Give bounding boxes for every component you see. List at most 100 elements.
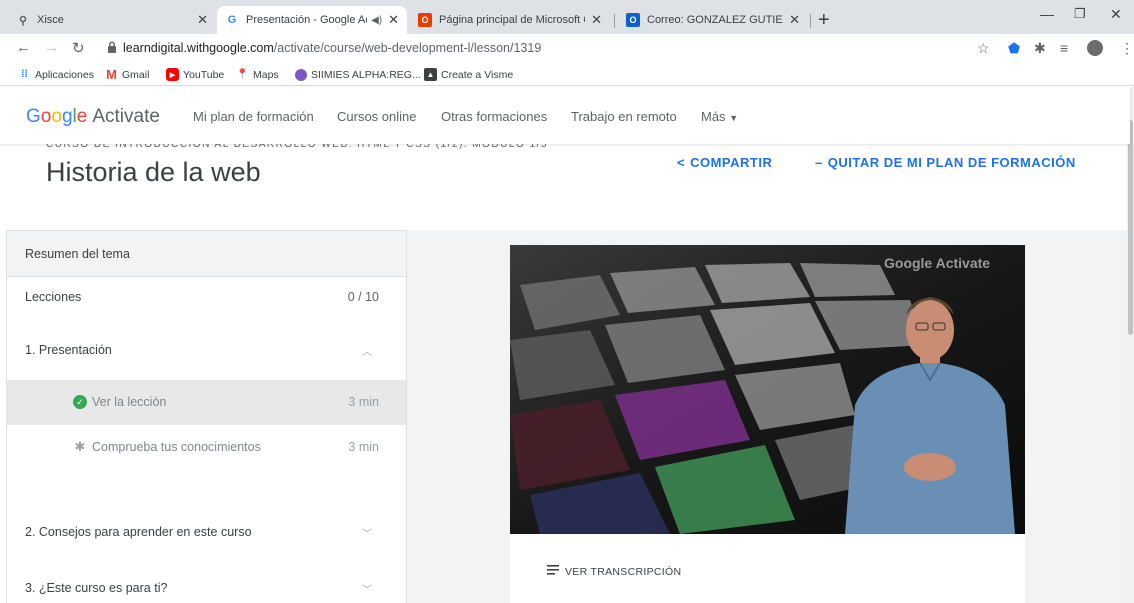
bookmark-maps[interactable]: 📍 Maps xyxy=(236,68,279,81)
lessons-label: Lecciones xyxy=(25,290,82,304)
lesson-label: Ver la lección xyxy=(92,395,167,409)
lesson-duration: 3 min xyxy=(348,440,379,454)
tab-divider xyxy=(614,14,615,28)
bookmark-label: Create a Visme xyxy=(441,68,514,81)
transcript-label: VER TRANSCRIPCIÓN xyxy=(565,565,682,578)
close-icon[interactable]: ✕ xyxy=(789,12,800,28)
remove-from-plan-button[interactable]: – QUITAR DE MI PLAN DE FORMACIÓN xyxy=(815,155,1076,170)
check-circle-icon: ✓ xyxy=(73,395,87,409)
bookmark-label: Gmail xyxy=(122,68,150,81)
star-icon[interactable]: ☆ xyxy=(977,40,990,57)
lesson-label: Comprueba tus conocimientos xyxy=(92,440,261,454)
share-button[interactable]: < COMPARTIR xyxy=(677,155,772,170)
tab-title: Presentación - Google Activ xyxy=(246,14,367,26)
lock-icon[interactable] xyxy=(107,41,117,53)
media-queue-icon[interactable]: ≡ xyxy=(1060,40,1068,56)
nav-trabajo-remoto[interactable]: Trabajo en remoto xyxy=(571,109,677,124)
tab-title: Correo: GONZALEZ GUTIERREZ A xyxy=(647,14,783,26)
close-window-icon[interactable]: ✕ xyxy=(1110,6,1122,23)
close-icon[interactable]: ✕ xyxy=(388,12,399,28)
tab-xisce[interactable]: ⚲ Xisce ✕ xyxy=(8,6,216,34)
nav-otras-formaciones[interactable]: Otras formaciones xyxy=(441,109,547,124)
tab-title: Página principal de Microsoft Off xyxy=(439,14,586,26)
menu-kebab-icon[interactable]: ⋮ xyxy=(1120,40,1134,57)
tab-title: Xisce xyxy=(37,14,64,26)
bookmark-siimies[interactable]: SIIMIES ALPHA:REG... xyxy=(294,68,421,81)
tab-outlook[interactable]: O Correo: GONZALEZ GUTIERREZ A ✕ xyxy=(618,6,808,34)
youtube-icon: ▶ xyxy=(166,68,179,81)
section-label: 2. Consejos para aprender en este curso xyxy=(25,525,252,539)
visme-icon: ▲ xyxy=(424,68,437,81)
close-icon[interactable]: ✕ xyxy=(591,12,602,28)
extension-shield-icon[interactable]: ⬟ xyxy=(1008,40,1020,57)
url-path: /activate/course/web-development-l/lesso… xyxy=(273,41,542,55)
globe-icon: ⚲ xyxy=(18,14,28,27)
bookmark-label: SIIMIES ALPHA:REG... xyxy=(311,68,421,81)
restore-icon[interactable]: ❐ xyxy=(1074,6,1086,22)
remove-label: QUITAR DE MI PLAN DE FORMACIÓN xyxy=(827,155,1076,170)
brand-product: Activate xyxy=(92,106,160,127)
google-g-icon: G xyxy=(227,14,237,26)
bookmark-apps[interactable]: ⁞⁞ Aplicaciones xyxy=(18,68,94,81)
bookmark-label: Maps xyxy=(253,68,279,81)
lesson-duration: 3 min xyxy=(348,395,379,409)
nav-cursos-online[interactable]: Cursos online xyxy=(337,109,417,124)
office-icon: O xyxy=(418,13,432,27)
share-icon: < xyxy=(677,155,686,170)
outlook-icon: O xyxy=(626,13,640,27)
bookmark-visme[interactable]: ▲ Create a Visme xyxy=(424,68,513,81)
view-transcript-button[interactable]: VER TRANSCRIPCIÓN xyxy=(547,565,681,578)
forward-icon[interactable]: → xyxy=(44,39,59,56)
topic-summary-link[interactable]: Resumen del tema xyxy=(7,231,406,277)
lesson-title: Historia de la web xyxy=(46,157,261,187)
tab-office[interactable]: O Página principal de Microsoft Off ✕ xyxy=(410,6,610,34)
lessons-header: Lecciones 0 / 10 xyxy=(7,290,406,310)
course-sidebar: Resumen del tema Lecciones 0 / 10 1. Pre… xyxy=(6,230,407,603)
video-watermark: Google Activate xyxy=(884,255,991,271)
lesson-video-player[interactable] xyxy=(510,245,1025,534)
page-scrollbar-thumb[interactable] xyxy=(1128,120,1133,335)
chevron-down-icon: ﹀ xyxy=(362,585,372,596)
transcript-lines-icon xyxy=(547,565,559,578)
close-icon[interactable]: ✕ xyxy=(197,12,208,28)
minus-icon: – xyxy=(815,155,823,170)
apps-grid-icon: ⁞⁞ xyxy=(21,69,28,80)
caret-down-icon: ▼ xyxy=(729,113,739,123)
tab-presentacion[interactable]: G Presentación - Google Activ ◀) ✕ xyxy=(217,6,407,34)
section-2-consejos[interactable]: 2. Consejos para aprender en este curso … xyxy=(7,517,406,547)
bookmark-label: YouTube xyxy=(183,68,225,81)
address-bar[interactable]: learndigital.withgoogle.com/activate/cou… xyxy=(123,41,541,55)
section-3-este-curso[interactable]: 3. ¿Este curso es para ti? ﹀ xyxy=(7,573,406,603)
share-label: COMPARTIR xyxy=(690,155,773,170)
nav-mas-label: Más xyxy=(701,109,726,124)
nav-mi-plan[interactable]: Mi plan de formación xyxy=(193,109,314,124)
speaker-icon[interactable]: ◀) xyxy=(371,15,382,26)
site-header: Google Activate Mi plan de formación Curs… xyxy=(0,87,1130,144)
lessons-progress: 0 / 10 xyxy=(347,290,379,304)
puzzle-icon: ✱ xyxy=(74,439,86,454)
bookmark-gmail[interactable]: M Gmail xyxy=(105,67,150,82)
section-1-presentacion[interactable]: 1. Presentación ︿ xyxy=(7,327,406,373)
siimies-icon xyxy=(294,68,307,81)
video-frame-keyboard-presenter xyxy=(510,245,1025,534)
section-label: 1. Presentación xyxy=(25,343,112,357)
minimize-icon[interactable]: — xyxy=(1040,6,1054,22)
bookmark-label: Aplicaciones xyxy=(35,68,94,81)
gmail-icon: M xyxy=(106,67,117,82)
section-label: 3. ¿Este curso es para ti? xyxy=(25,581,168,595)
new-tab-icon[interactable]: + xyxy=(818,9,830,32)
back-icon[interactable]: ← xyxy=(16,39,31,56)
google-activate-logo[interactable]: Google Activate xyxy=(26,106,160,128)
nav-mas[interactable]: Más ▼ xyxy=(701,109,738,124)
tab-divider xyxy=(810,14,811,28)
extensions-puzzle-icon[interactable]: ✱ xyxy=(1034,40,1046,57)
lesson-comprueba[interactable]: ✱ Comprueba tus conocimientos 3 min xyxy=(7,425,406,470)
chevron-down-icon: ﹀ xyxy=(362,529,372,540)
bookmark-youtube[interactable]: ▶ YouTube xyxy=(166,68,224,81)
lesson-ver-leccion[interactable]: ✓ Ver la lección 3 min xyxy=(7,380,406,425)
url-domain: learndigital.withgoogle.com xyxy=(123,41,274,55)
bookmarks-bar: ⁞⁞ Aplicaciones M Gmail ▶ YouTube 📍 Maps… xyxy=(0,64,1134,86)
browser-tabstrip: ⚲ Xisce ✕ G Presentación - Google Activ … xyxy=(0,0,1134,34)
profile-avatar-icon[interactable] xyxy=(1087,40,1103,59)
reload-icon[interactable]: ↻ xyxy=(72,39,85,57)
